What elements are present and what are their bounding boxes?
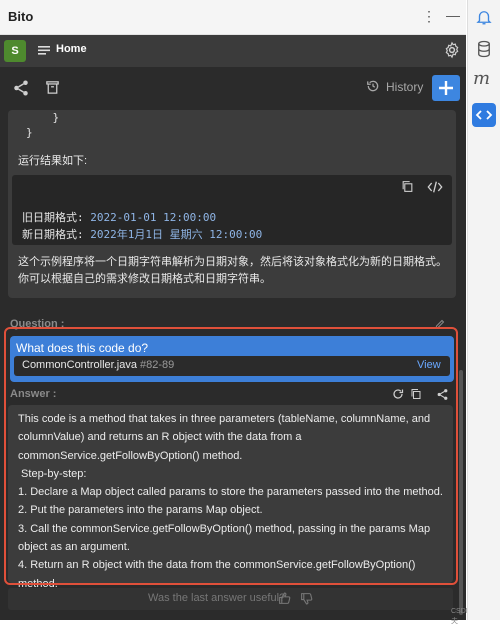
- title-bar: [0, 0, 466, 35]
- minimize-icon[interactable]: —: [446, 8, 460, 22]
- old-format-value: 2022-01-01 12:00:00: [90, 211, 217, 224]
- trash-icon[interactable]: [44, 79, 61, 96]
- avatar[interactable]: S: [4, 40, 26, 62]
- feedback-prompt: Was the last answer useful?: [148, 592, 286, 604]
- right-sidebar: [467, 0, 500, 620]
- new-format-line: 新日期格式: 2022年1月1日 星期六 12:00:00: [22, 227, 262, 242]
- history-label: History: [386, 80, 424, 94]
- gear-icon[interactable]: [443, 41, 461, 59]
- clock-icon: [366, 79, 380, 93]
- menu-lines-icon: [38, 45, 50, 55]
- output-code-block: 旧日期格式: 2022-01-01 12:00:00 新日期格式: 2022年1…: [12, 175, 452, 245]
- home-bar: S Home: [0, 35, 466, 67]
- more-options-icon[interactable]: ⋮: [422, 9, 436, 23]
- scrollbar[interactable]: [459, 370, 463, 615]
- tab-home[interactable]: Home: [56, 43, 87, 55]
- copy-icon[interactable]: [401, 180, 414, 193]
- old-format-label: 旧日期格式:: [22, 211, 84, 224]
- share-icon[interactable]: [12, 79, 30, 97]
- new-format-value: 2022年1月1日 星期六 12:00:00: [90, 228, 263, 241]
- highlight-frame: [4, 327, 458, 585]
- explanation-text: 这个示例程序将一个日期字符串解析为日期对象，然后将该对象格式化为新的日期格式。你…: [18, 256, 447, 285]
- bito-panel: S Home History } } 运行结果如下: 旧日期格式: 2022-0…: [0, 35, 466, 620]
- app-title: Bito: [8, 9, 34, 24]
- insert-code-icon[interactable]: [427, 181, 443, 193]
- notification-bell-icon[interactable]: [475, 7, 493, 27]
- old-format-line: 旧日期格式: 2022-01-01 12:00:00: [22, 210, 216, 225]
- new-format-label: 新日期格式:: [22, 228, 84, 241]
- bito-plugin-icon[interactable]: [472, 103, 496, 127]
- thumbs-down-icon[interactable]: [300, 592, 313, 605]
- m-plugin-icon[interactable]: m: [473, 68, 490, 89]
- feedback-bar: Was the last answer useful?: [8, 588, 453, 610]
- database-icon[interactable]: [475, 40, 493, 58]
- thumbs-up-icon[interactable]: [278, 592, 291, 605]
- new-chat-button[interactable]: [432, 75, 460, 101]
- code-tail: } }: [26, 111, 60, 139]
- run-result-label: 运行结果如下:: [18, 155, 88, 167]
